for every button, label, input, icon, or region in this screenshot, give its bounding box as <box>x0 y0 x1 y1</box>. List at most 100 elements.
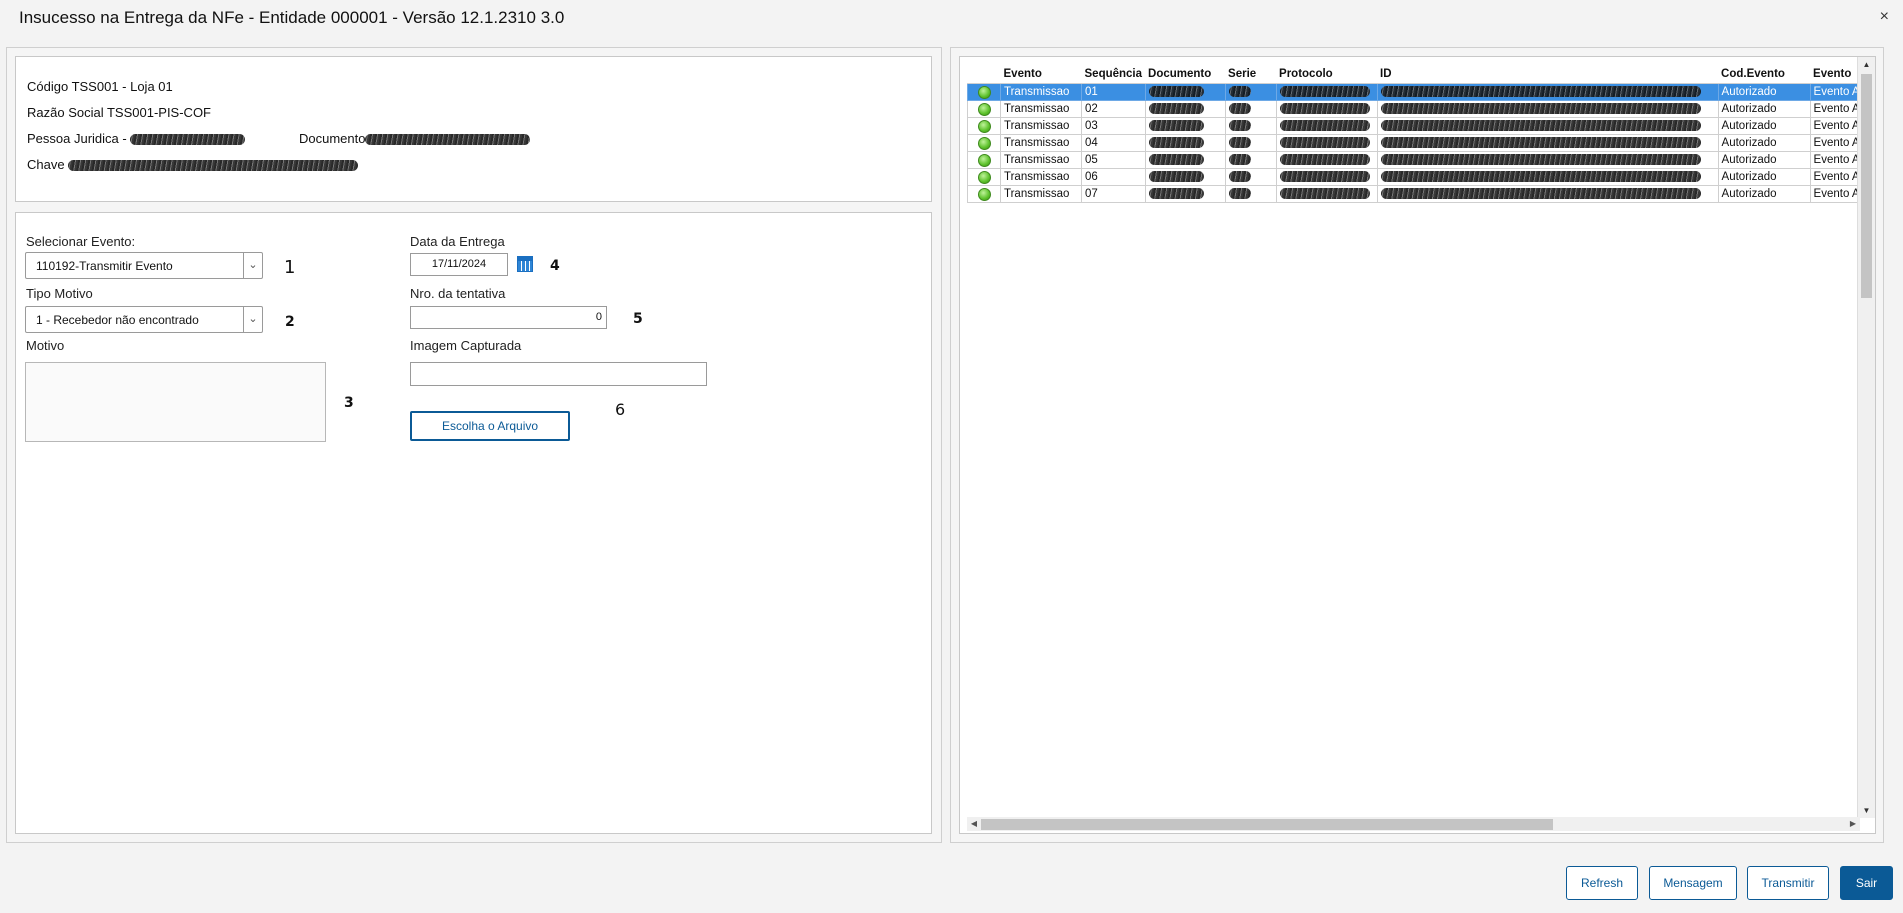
cell-status <box>967 168 1001 186</box>
vertical-scrollbar[interactable]: ▲ ▼ <box>1857 57 1875 818</box>
motivo-label: Motivo <box>26 338 65 353</box>
tipo-motivo-label: Tipo Motivo <box>26 286 93 301</box>
scroll-up-icon[interactable]: ▲ <box>1858 57 1875 72</box>
col-sequencia[interactable]: Sequência <box>1081 64 1146 84</box>
table-row[interactable]: Transmissao 02 Autorizado Evento Aut <box>967 100 1874 118</box>
table-row[interactable]: Transmissao 03 Autorizado Evento Aut <box>967 117 1874 135</box>
scroll-down-icon[interactable]: ▼ <box>1858 803 1875 818</box>
cell-evento: Transmissao <box>1000 151 1082 169</box>
transmitir-button[interactable]: Transmitir <box>1747 866 1829 900</box>
table-row[interactable]: Transmissao 07 Autorizado Evento Aut <box>967 185 1874 203</box>
cell-protocolo <box>1275 168 1378 186</box>
chevron-down-icon[interactable]: ⌄ <box>243 307 262 332</box>
redacted-documento <box>1148 103 1204 115</box>
status-ok-icon <box>977 119 991 133</box>
horizontal-scroll-thumb[interactable] <box>981 819 1553 830</box>
redacted-serie <box>1228 154 1251 166</box>
marker-5: 5 <box>633 311 643 327</box>
cell-evento: Transmissao <box>1000 100 1082 118</box>
col-documento[interactable]: Documento <box>1145 64 1226 84</box>
documento-line: Documento <box>299 131 531 146</box>
redacted-serie <box>1228 171 1251 183</box>
table-row[interactable]: Transmissao 05 Autorizado Evento Aut <box>967 151 1874 169</box>
cell-protocolo <box>1275 151 1378 169</box>
motivo-textarea[interactable] <box>25 362 326 442</box>
cell-evento: Transmissao <box>1000 83 1082 101</box>
cell-status <box>967 134 1001 152</box>
imagem-capturada-input[interactable] <box>410 362 707 386</box>
marker-2: 2 <box>285 314 295 330</box>
cell-evento: Transmissao <box>1000 185 1082 203</box>
escolha-arquivo-button[interactable]: Escolha o Arquivo <box>410 411 570 441</box>
pessoa-juridica-label: Pessoa Juridica - <box>27 131 127 146</box>
table-row[interactable]: Transmissao 04 Autorizado Evento Aut <box>967 134 1874 152</box>
cell-sequencia: 05 <box>1081 151 1146 169</box>
redacted-id <box>1380 188 1701 200</box>
chevron-down-icon[interactable]: ⌄ <box>243 253 262 278</box>
redacted-protocolo <box>1279 137 1370 149</box>
cell-documento <box>1144 151 1226 169</box>
cell-cod-evento: Autorizado <box>1717 185 1811 203</box>
close-icon[interactable]: × <box>1880 8 1889 26</box>
table-row[interactable]: Transmissao 06 Autorizado Evento Aut <box>967 168 1874 186</box>
mensagem-button[interactable]: Mensagem <box>1649 866 1737 900</box>
tipo-motivo-select[interactable]: 1 - Recebedor não encontrado ⌄ <box>25 306 263 333</box>
cell-evento: Transmissao <box>1000 168 1082 186</box>
cell-documento <box>1144 100 1226 118</box>
cell-cod-evento: Autorizado <box>1717 117 1811 135</box>
razao-social-text: Razão Social TSS001-PIS-COF <box>27 105 211 120</box>
marker-1: 1 <box>284 257 296 278</box>
data-entrega-input[interactable]: 17/11/2024 <box>410 253 508 276</box>
vertical-scroll-thumb[interactable] <box>1861 74 1872 298</box>
col-serie[interactable]: Serie <box>1225 64 1277 84</box>
cell-serie <box>1224 83 1277 101</box>
horizontal-scrollbar[interactable]: ◀ ▶ <box>967 817 1860 831</box>
redacted-documento <box>1148 120 1204 132</box>
redacted-documento <box>365 134 531 146</box>
nro-tentativa-label: Nro. da tentativa <box>410 286 506 301</box>
redacted-protocolo <box>1279 188 1370 200</box>
table-row[interactable]: Transmissao 01 Autorizado Evento Aut <box>967 83 1874 101</box>
redacted-documento <box>1148 86 1204 98</box>
redacted-cnpj <box>130 134 246 146</box>
col-evento[interactable]: Evento <box>1000 64 1082 84</box>
imagem-capturada-label: Imagem Capturada <box>410 338 522 353</box>
refresh-button[interactable]: Refresh <box>1566 866 1638 900</box>
cell-sequencia: 03 <box>1081 117 1146 135</box>
redacted-id <box>1380 120 1701 132</box>
cell-cod-evento: Autorizado <box>1717 168 1811 186</box>
cell-status <box>967 185 1001 203</box>
redacted-protocolo <box>1279 171 1370 183</box>
col-id[interactable]: ID <box>1377 64 1719 84</box>
marker-3: 3 <box>344 395 354 411</box>
cell-protocolo <box>1275 100 1378 118</box>
status-ok-icon <box>977 170 991 184</box>
redacted-id <box>1380 103 1701 115</box>
redacted-chave <box>68 160 359 172</box>
nro-tentativa-input[interactable]: 0 <box>410 306 607 329</box>
selecionar-evento-label: Selecionar Evento: <box>26 234 136 249</box>
scroll-left-icon[interactable]: ◀ <box>967 817 981 831</box>
selecionar-evento-select[interactable]: 110192-Transmitir Evento ⌄ <box>25 252 263 279</box>
selecionar-evento-value: 110192-Transmitir Evento <box>36 259 173 273</box>
cell-status <box>967 83 1001 101</box>
cell-documento <box>1144 134 1226 152</box>
sair-button[interactable]: Sair <box>1840 866 1893 900</box>
col-cod-evento[interactable]: Cod.Evento <box>1718 64 1811 84</box>
cell-cod-evento: Autorizado <box>1717 83 1811 101</box>
cell-serie <box>1224 100 1277 118</box>
cell-protocolo <box>1275 83 1378 101</box>
redacted-serie <box>1228 137 1251 149</box>
scroll-right-icon[interactable]: ▶ <box>1846 817 1860 831</box>
redacted-id <box>1380 171 1701 183</box>
cell-protocolo <box>1275 117 1378 135</box>
redacted-protocolo <box>1279 103 1370 115</box>
right-panel: Evento Sequência Documento Serie Protoco… <box>950 47 1884 843</box>
redacted-protocolo <box>1279 120 1370 132</box>
col-status[interactable] <box>967 64 1001 84</box>
redacted-id <box>1380 154 1701 166</box>
codigo-text: Código TSS001 - Loja 01 <box>27 79 173 94</box>
cell-evento: Transmissao <box>1000 117 1082 135</box>
calendar-icon[interactable] <box>517 256 533 272</box>
col-protocolo[interactable]: Protocolo <box>1276 64 1378 84</box>
